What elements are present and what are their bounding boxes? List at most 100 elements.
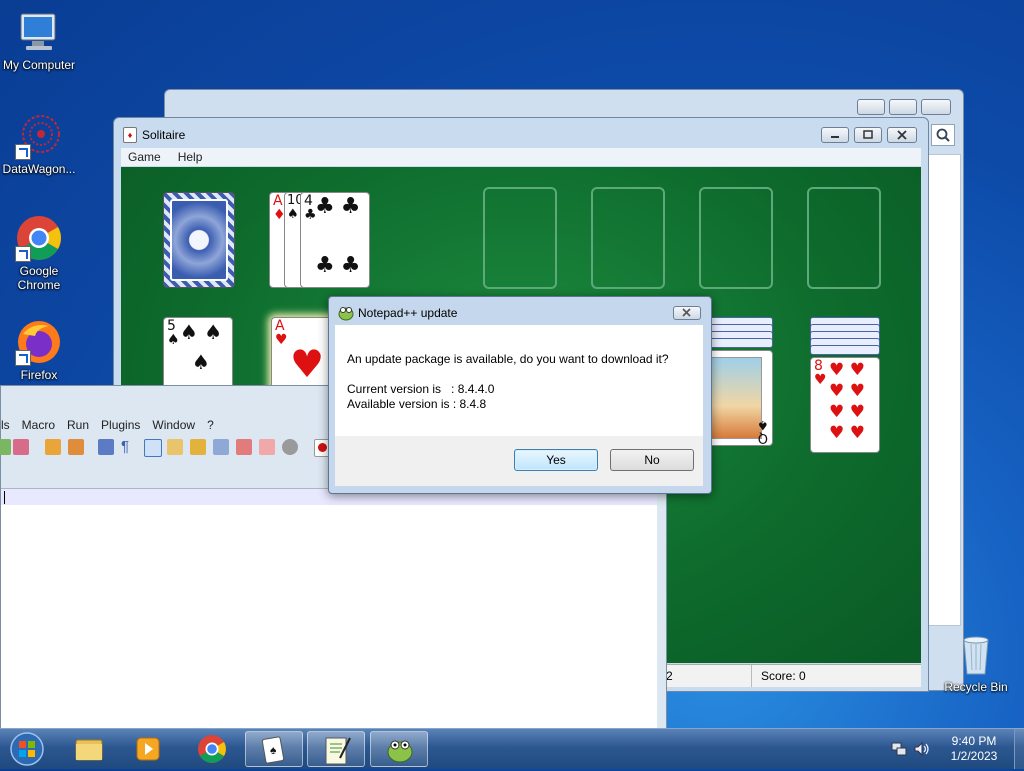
svg-text:♠: ♠ bbox=[270, 743, 277, 757]
face-down-card bbox=[703, 338, 773, 348]
dialog-button-area: Yes No bbox=[335, 436, 703, 486]
text-cursor bbox=[4, 491, 5, 504]
menu-help[interactable]: Help bbox=[178, 148, 203, 166]
notepad-icon bbox=[325, 737, 351, 765]
menu-plugins[interactable]: Plugins bbox=[101, 416, 140, 434]
desktop-icon-google-chrome[interactable]: Google Chrome bbox=[0, 214, 81, 292]
close-icon bbox=[897, 130, 907, 140]
recycle-bin-icon bbox=[952, 630, 1000, 678]
close-button[interactable] bbox=[673, 306, 701, 320]
solitaire-app-icon: ♦ bbox=[123, 127, 137, 143]
dialog-body: An update package is available, do you w… bbox=[335, 325, 703, 436]
dialog-title: Notepad++ update bbox=[358, 306, 458, 320]
close-button[interactable] bbox=[921, 99, 951, 115]
notepadpp-icon bbox=[338, 305, 354, 324]
tableau-card-8-hearts[interactable]: 8 ♥ ♥ ♥ ♥ ♥ ♥ ♥ ♥ ♥ bbox=[810, 357, 880, 453]
menu-bar: Game Help bbox=[121, 148, 921, 166]
face-down-card bbox=[810, 345, 880, 355]
datawagon-icon bbox=[15, 112, 63, 160]
no-button[interactable]: No bbox=[610, 449, 694, 471]
maximize-button[interactable] bbox=[889, 99, 917, 115]
replace-icon[interactable] bbox=[0, 439, 11, 455]
current-version: Current version is : 8.4.4.0 bbox=[347, 382, 495, 396]
word-wrap-icon[interactable] bbox=[98, 439, 114, 455]
find-icon[interactable] bbox=[13, 439, 29, 455]
menu-macro[interactable]: Macro bbox=[22, 416, 55, 434]
editor-area[interactable] bbox=[1, 488, 657, 729]
menu-game[interactable]: Game bbox=[128, 148, 161, 166]
monitoring-icon[interactable] bbox=[259, 439, 275, 455]
minimize-button[interactable] bbox=[857, 99, 885, 115]
update-dialog[interactable]: Notepad++ update An update package is av… bbox=[328, 296, 712, 494]
zoom-in-icon[interactable] bbox=[45, 439, 61, 455]
desktop-icon-recycle-bin[interactable]: Recycle Bin bbox=[934, 630, 1018, 694]
show-desktop-button[interactable] bbox=[1014, 729, 1024, 769]
minimize-icon bbox=[831, 136, 839, 138]
desktop-icon-label: Firefox bbox=[20, 368, 58, 382]
shortcut-arrow-icon bbox=[15, 246, 31, 262]
clock-date: 1/2/2023 bbox=[950, 749, 998, 763]
taskbar-chrome[interactable] bbox=[182, 731, 240, 767]
available-version: Available version is : 8.4.8 bbox=[347, 397, 487, 411]
volume-icon[interactable] bbox=[913, 741, 931, 760]
tableau-card-queen-spades[interactable]: Q ♠ bbox=[703, 350, 773, 446]
solitaire-icon: ♠ bbox=[261, 736, 285, 764]
waste-top-card[interactable]: 4 ♣ ♣ ♣ ♣ ♣ bbox=[300, 192, 370, 288]
background-window-pane bbox=[925, 154, 961, 626]
foundation-slot-1[interactable] bbox=[483, 187, 557, 289]
search-icon bbox=[936, 128, 950, 142]
stock-pile[interactable] bbox=[163, 192, 235, 288]
minimize-button[interactable] bbox=[821, 127, 849, 143]
maximize-button[interactable] bbox=[854, 127, 882, 143]
network-icon[interactable] bbox=[891, 741, 907, 760]
taskbar-solitaire[interactable]: ♠ bbox=[245, 731, 303, 767]
foundation-slot-3[interactable] bbox=[699, 187, 773, 289]
desktop-icon-label: DataWagon... bbox=[2, 162, 76, 176]
desktop-icon-my-computer[interactable]: My Computer bbox=[0, 8, 81, 72]
shortcut-arrow-icon bbox=[15, 350, 31, 366]
window-title: Solitaire bbox=[142, 128, 186, 142]
show-all-chars-icon[interactable]: ¶ bbox=[121, 439, 137, 455]
define-language-icon[interactable] bbox=[167, 439, 183, 455]
notepadpp-icon bbox=[387, 740, 413, 763]
folder-icon bbox=[75, 739, 103, 761]
taskbar-explorer[interactable] bbox=[60, 731, 118, 767]
indent-guide-icon[interactable] bbox=[144, 439, 162, 457]
start-button[interactable] bbox=[8, 731, 46, 767]
zoom-out-icon[interactable] bbox=[68, 439, 84, 455]
desktop-icon-label: Recycle Bin bbox=[944, 680, 1008, 694]
clock-time: 9:40 PM bbox=[951, 734, 997, 748]
media-player-icon bbox=[136, 737, 160, 761]
maximize-icon bbox=[863, 130, 873, 139]
chrome-icon bbox=[15, 214, 63, 262]
desktop-icon-datawagon[interactable]: DataWagon... bbox=[0, 112, 81, 176]
folder-workspace-icon[interactable] bbox=[236, 439, 252, 455]
status-score: Score: 0 bbox=[761, 669, 806, 683]
clock[interactable]: 9:40 PM 1/2/2023 bbox=[938, 734, 1010, 764]
menu-run[interactable]: Run bbox=[67, 416, 89, 434]
foundation-slot-2[interactable] bbox=[591, 187, 665, 289]
computer-icon bbox=[15, 8, 63, 56]
status-time: 2 bbox=[666, 669, 673, 683]
taskbar-media-player[interactable] bbox=[120, 731, 178, 767]
search-button[interactable] bbox=[931, 124, 955, 146]
taskbar-notepadpp[interactable] bbox=[370, 731, 428, 767]
shortcut-arrow-icon bbox=[15, 144, 31, 160]
desktop-icon-label: Google Chrome bbox=[17, 264, 61, 292]
doc-map-icon[interactable] bbox=[190, 439, 206, 455]
firefox-icon bbox=[15, 318, 63, 366]
desktop-icon-firefox[interactable]: Firefox bbox=[0, 318, 81, 382]
close-button[interactable] bbox=[887, 127, 917, 143]
taskbar-notepadpp-editor[interactable] bbox=[307, 731, 365, 767]
menu-window[interactable]: Window bbox=[152, 416, 195, 434]
taskbar: ♠ 9:40 PM 1/2/2023 bbox=[0, 728, 1024, 769]
macro-start-icon[interactable] bbox=[282, 439, 298, 455]
menu-help[interactable]: ? bbox=[207, 416, 214, 434]
yes-button[interactable]: Yes bbox=[514, 449, 598, 471]
function-list-icon[interactable] bbox=[213, 439, 229, 455]
update-message: An update package is available, do you w… bbox=[347, 352, 669, 366]
windows-logo-icon bbox=[10, 732, 44, 766]
foundation-slot-4[interactable] bbox=[807, 187, 881, 289]
menu-tools[interactable]: ls bbox=[1, 416, 10, 434]
desktop-icon-label: My Computer bbox=[2, 58, 76, 72]
